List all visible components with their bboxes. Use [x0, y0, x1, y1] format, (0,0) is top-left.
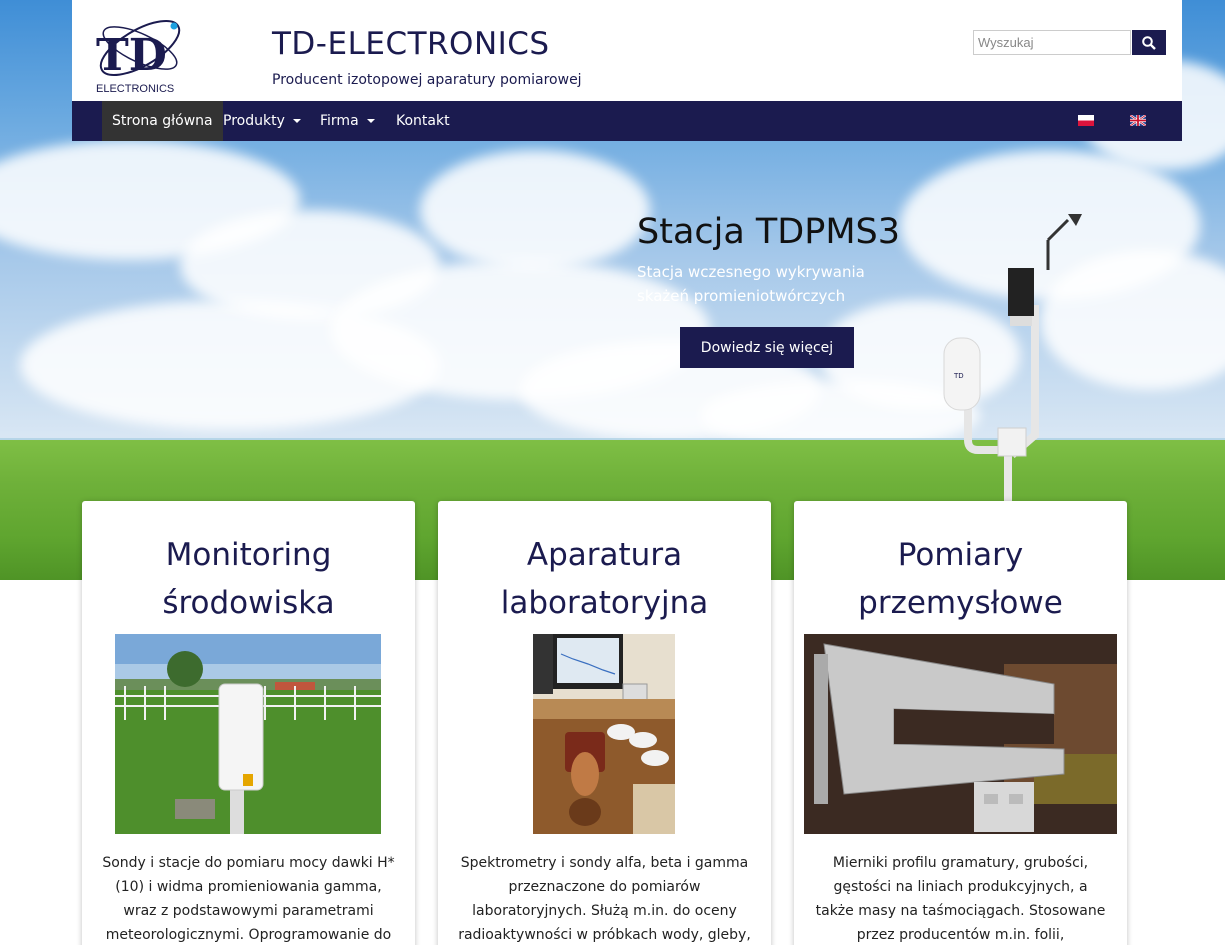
card-text: Spektrometry i sondy alfa, beta i gamma …: [458, 855, 751, 943]
nav-item-label: Kontakt: [396, 113, 450, 129]
nav-item-company[interactable]: Firma: [310, 101, 385, 141]
nav-item-home[interactable]: Strona główna: [102, 101, 223, 141]
search-input[interactable]: [973, 30, 1131, 55]
pl-flag-icon[interactable]: [1078, 115, 1094, 126]
card-industrial-measurements: Pomiary przemysłowe Mierniki profilu gra…: [794, 501, 1127, 945]
svg-text:ELECTRONICS: ELECTRONICS: [96, 83, 174, 95]
search-button[interactable]: [1132, 30, 1166, 55]
card-title[interactable]: Monitoring środowiska: [82, 531, 415, 627]
nav-item-label: Firma: [320, 113, 359, 129]
site-header: TD ELECTRONICS TD-ELECTRONICS Producent …: [72, 0, 1182, 101]
nav-item-contact[interactable]: Kontakt: [386, 101, 460, 141]
laboratory-equipment-photo[interactable]: [533, 634, 675, 834]
nav-item-label: Strona główna: [112, 113, 213, 129]
hero-subtitle: Stacja wczesnego wykrywania skażeń promi…: [637, 263, 865, 305]
nav-item-products[interactable]: Produkty: [213, 101, 311, 141]
card-text: Sondy i stacje do pomiaru mocy dawki H*(…: [102, 855, 395, 943]
svg-text:TD: TD: [953, 372, 964, 380]
site-tagline: Producent izotopowej aparatury pomiarowe…: [272, 72, 582, 88]
td-electronics-logo[interactable]: TD ELECTRONICS: [90, 6, 186, 96]
caret-down-icon: [366, 119, 375, 123]
nav-item-label: Produkty: [223, 113, 285, 129]
card-laboratory-equipment: Aparatura laboratoryjna Spektrometry i s…: [438, 501, 771, 945]
card-environment-monitoring: Monitoring środowiska Sondy i stacje do …: [82, 501, 415, 945]
svg-text:TD: TD: [96, 30, 167, 81]
learn-more-button[interactable]: Dowiedz się więcej: [680, 327, 854, 368]
hero-title: Stacja TDPMS3: [637, 212, 901, 252]
card-title[interactable]: Aparatura laboratoryjna: [438, 531, 771, 627]
card-text: Mierniki profilu gramatury, grubości, gę…: [815, 855, 1106, 943]
industrial-measurements-photo[interactable]: [804, 634, 1117, 834]
search-icon: [1142, 35, 1156, 50]
site-title[interactable]: TD-ELECTRONICS: [272, 26, 550, 62]
weather-station-image: TD: [943, 214, 1082, 510]
caret-down-icon: [292, 119, 301, 123]
environment-monitoring-photo[interactable]: [115, 634, 381, 834]
card-title[interactable]: Pomiary przemysłowe: [794, 531, 1127, 627]
uk-flag-icon[interactable]: [1130, 115, 1146, 126]
main-nav: Strona główna Produkty Firma Kontakt: [72, 101, 1182, 141]
